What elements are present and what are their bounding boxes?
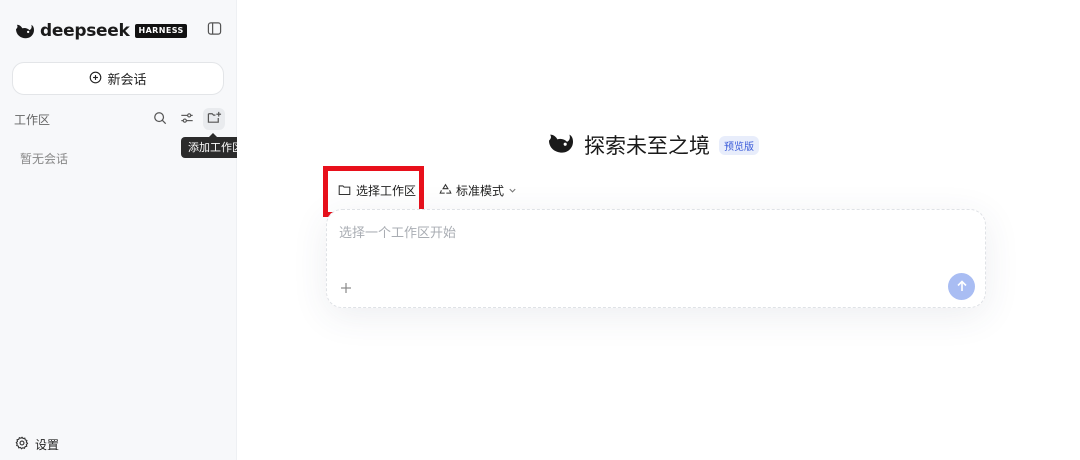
folder-plus-icon bbox=[207, 110, 222, 129]
select-workspace-label: 选择工作区 bbox=[356, 183, 417, 198]
attach-button[interactable] bbox=[338, 280, 354, 296]
whale-icon bbox=[14, 22, 36, 40]
recycle-icon bbox=[439, 181, 452, 200]
brand-wordmark: deepseek bbox=[40, 21, 130, 41]
page-title: 探索未至之境 bbox=[584, 134, 710, 158]
mode-label: 标准模式 bbox=[456, 184, 505, 198]
brand-badge: HARNESS bbox=[135, 24, 187, 38]
gear-icon bbox=[15, 435, 29, 454]
filter-workspace-button[interactable] bbox=[176, 108, 198, 130]
settings-button[interactable]: 设置 bbox=[15, 435, 59, 454]
add-workspace-button[interactable] bbox=[203, 108, 225, 130]
sliders-icon bbox=[180, 110, 194, 129]
chevron-down-icon bbox=[508, 186, 517, 195]
select-workspace-button[interactable]: 选择工作区 bbox=[328, 172, 424, 208]
message-input[interactable] bbox=[339, 222, 959, 272]
main-panel: 探索未至之境 预览版 选择工作区 标准模式 bbox=[237, 0, 1080, 460]
search-workspace-button[interactable] bbox=[149, 108, 171, 130]
empty-sessions-note: 暂无会话 bbox=[20, 152, 69, 166]
sidebar-toggle-icon bbox=[207, 21, 222, 40]
plus-icon bbox=[340, 279, 352, 298]
sidebar: deepseek HARNESS 新会话 工作区 添加工作区 暂无会话 设置 bbox=[0, 0, 250, 460]
new-chat-label: 新会话 bbox=[107, 73, 147, 88]
whale-icon bbox=[546, 131, 576, 159]
mode-dropdown[interactable]: 标准模式 bbox=[439, 181, 517, 200]
hero-heading: 探索未至之境 预览版 bbox=[546, 130, 759, 160]
send-button[interactable] bbox=[948, 273, 975, 300]
sidebar-toggle-button[interactable] bbox=[205, 21, 223, 39]
preview-badge: 预览版 bbox=[719, 135, 759, 155]
workspace-section-label: 工作区 bbox=[14, 113, 51, 127]
arrow-up-icon bbox=[956, 277, 968, 296]
folder-icon bbox=[338, 181, 351, 200]
brand-logo: deepseek HARNESS bbox=[14, 20, 187, 42]
new-chat-button[interactable]: 新会话 bbox=[12, 62, 224, 95]
message-composer bbox=[326, 209, 986, 308]
plus-circle-icon bbox=[89, 69, 102, 88]
app-window: deepseek HARNESS 新会话 工作区 添加工作区 暂无会话 设置 探… bbox=[0, 0, 1080, 460]
settings-label: 设置 bbox=[35, 438, 60, 452]
search-icon bbox=[153, 110, 167, 129]
